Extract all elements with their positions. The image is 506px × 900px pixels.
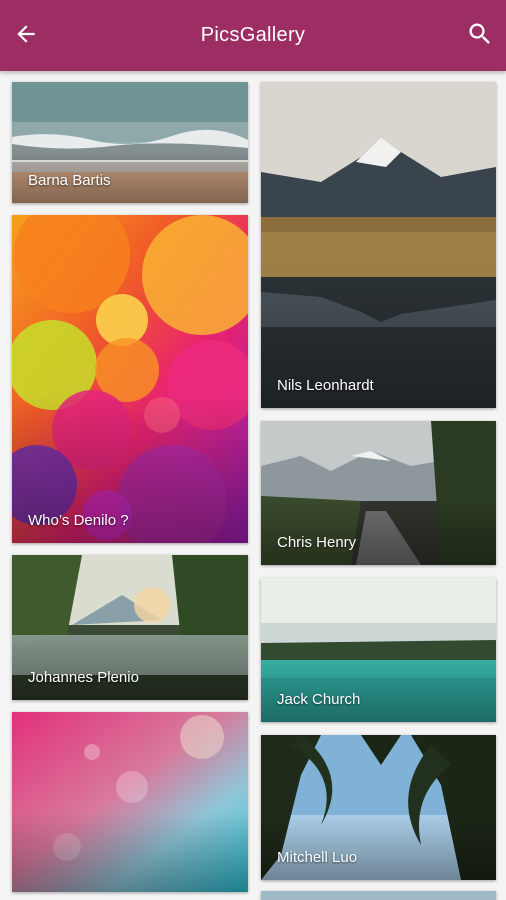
photo-card-gradient[interactable] bbox=[12, 712, 248, 892]
photo-card-partial[interactable] bbox=[261, 891, 496, 900]
photo-author: Jack Church bbox=[277, 691, 361, 708]
photo-card-bubbles[interactable]: Who’s Denilo ? bbox=[12, 215, 248, 543]
photo-author: Nils Leonhardt bbox=[277, 377, 374, 394]
photo-author: Barna Bartis bbox=[28, 172, 111, 189]
photo-author: Who’s Denilo ? bbox=[28, 512, 129, 529]
photo-author: Mitchell Luo bbox=[277, 849, 358, 866]
photo-card-beach[interactable]: Barna Bartis bbox=[12, 82, 248, 203]
arrow-left-icon bbox=[17, 25, 35, 43]
back-button[interactable] bbox=[6, 14, 46, 54]
photo-author: Johannes Plenio bbox=[28, 669, 139, 686]
photo-card-road[interactable]: Chris Henry bbox=[261, 421, 496, 565]
search-button[interactable] bbox=[460, 14, 500, 54]
photo-card-palms[interactable]: Mitchell Luo bbox=[261, 735, 496, 880]
app-bar: PicsGallery bbox=[0, 0, 506, 71]
photo-card-mountain[interactable]: Nils Leonhardt bbox=[261, 82, 496, 408]
photo-card-lake[interactable]: Johannes Plenio bbox=[12, 555, 248, 700]
app-title: PicsGallery bbox=[200, 24, 306, 46]
photo-author: Chris Henry bbox=[277, 534, 357, 551]
photo-card-shore[interactable]: Jack Church bbox=[261, 578, 496, 722]
search-icon bbox=[469, 23, 490, 44]
